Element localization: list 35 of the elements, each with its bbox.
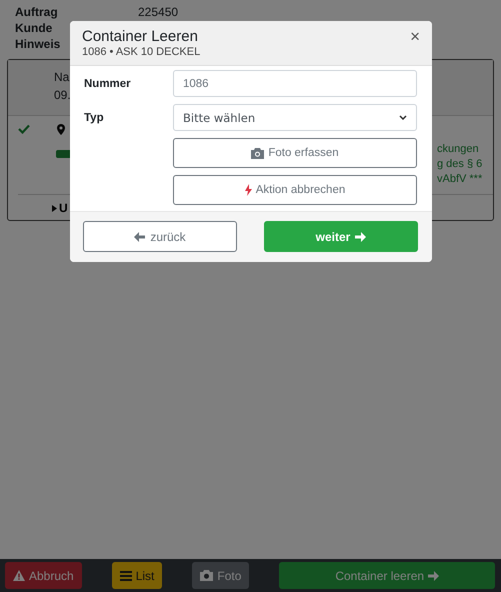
field-label: Nummer	[84, 78, 132, 90]
toolbar-button[interactable]: Abbruch	[5, 562, 82, 589]
next-button[interactable]: weiter	[264, 221, 418, 252]
chevron-down-icon	[399, 115, 407, 120]
type-dropdown[interactable]: Bitte wählen	[173, 104, 417, 131]
close-button[interactable]: ×	[410, 28, 420, 46]
field-label: Typ	[84, 112, 105, 124]
toolbar-button[interactable]: List	[112, 562, 162, 589]
bolt-icon	[244, 184, 252, 196]
input-field[interactable]: 1086	[173, 70, 417, 97]
warning-icon	[13, 570, 25, 581]
dialog-subtitle: 1086 • ASK 10 DECKEL	[82, 46, 200, 58]
card-text: 09.	[54, 88, 71, 102]
arrow-left-icon	[134, 232, 146, 242]
arrow-right-icon	[428, 570, 440, 580]
camera-icon	[251, 148, 264, 158]
arrow-right-icon	[355, 232, 366, 242]
card-text: vAbfV ***	[436, 172, 482, 187]
dialog-title: Container Leeren	[82, 28, 199, 45]
expand-toggle[interactable]: U	[52, 201, 68, 215]
toolbar-button[interactable]: Foto	[192, 562, 250, 589]
info-label: Auftrag	[15, 5, 58, 19]
map-pin-icon	[57, 124, 65, 135]
back-button[interactable]: zurück	[83, 221, 237, 252]
card-text: g des § 6	[436, 157, 482, 172]
caret-icon	[52, 204, 57, 212]
info-value: 225450	[138, 5, 180, 19]
card-text: ckungen	[436, 142, 479, 157]
action-button[interactable]: Aktion abbrechen	[173, 175, 417, 205]
list-icon	[120, 570, 132, 580]
info-label: Kunde	[15, 21, 52, 35]
action-button[interactable]: Foto erfassen	[173, 138, 417, 168]
card-text: Na	[54, 70, 70, 84]
camera-icon	[200, 570, 214, 581]
info-label: Hinweis	[15, 37, 60, 51]
